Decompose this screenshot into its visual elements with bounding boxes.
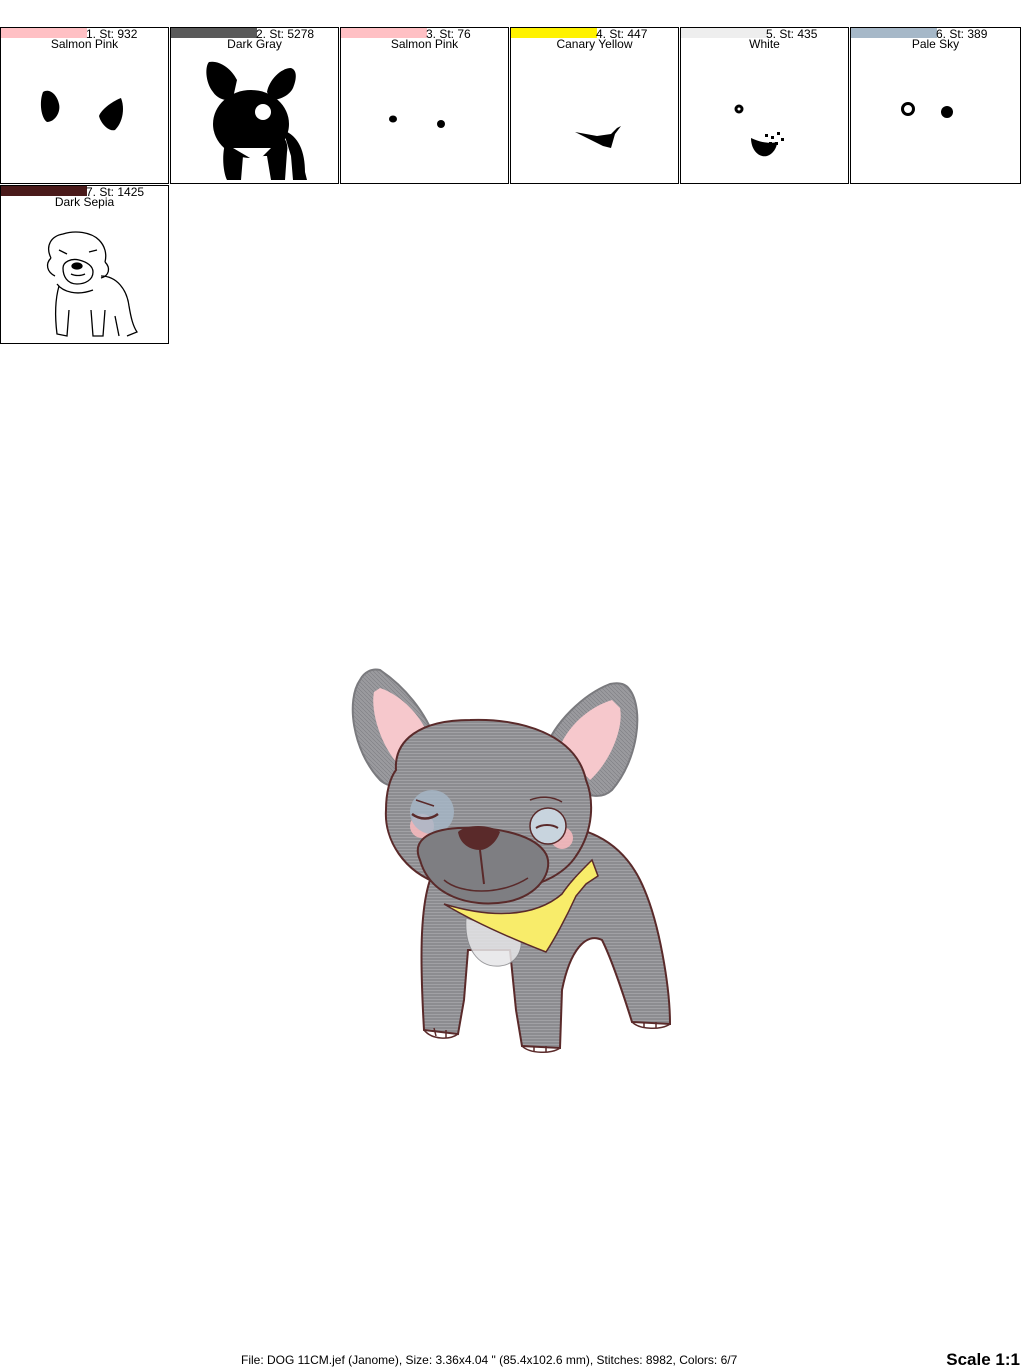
bandana-thumbnail (575, 126, 621, 148)
color-step-cell-1[interactable]: 1. St: 932 Salmon Pink (0, 27, 169, 184)
color-step-cell-7[interactable]: 7. St: 1425 Dark Sepia (0, 185, 169, 344)
color-name: Salmon Pink (50, 37, 119, 51)
color-name: Dark Sepia (54, 195, 115, 209)
color-step-cell-5[interactable]: 5. St: 435 White (680, 27, 849, 184)
color-step-cell-2[interactable]: 2. St: 5278 Dark Gray (170, 27, 339, 184)
file-info: File: DOG 11CM.jef (Janome), Size: 3.36x… (241, 1353, 738, 1367)
ears-thumbnail (40, 90, 123, 131)
embroidery-preview (351, 668, 672, 1053)
eyes-thumbnail (901, 102, 953, 118)
color-name: Dark Gray (227, 37, 282, 51)
color-name: Canary Yellow (556, 37, 633, 51)
scale-label: Scale 1:1 (946, 1350, 1020, 1369)
color-step-cell-6[interactable]: 6. St: 389 Pale Sky (850, 27, 1021, 184)
outline-thumbnail (46, 231, 138, 337)
dog-body-thumbnail (206, 61, 307, 180)
color-name: Pale Sky (911, 37, 960, 51)
color-name: White (749, 37, 780, 51)
color-step-cell-3[interactable]: 3. St: 76 Salmon Pink (340, 27, 509, 184)
cheeks-thumbnail (389, 115, 445, 128)
color-name: Salmon Pink (390, 37, 459, 51)
color-step-cell-4[interactable]: 4. St: 447 Canary Yellow (510, 27, 679, 184)
highlights-thumbnail (734, 104, 784, 157)
